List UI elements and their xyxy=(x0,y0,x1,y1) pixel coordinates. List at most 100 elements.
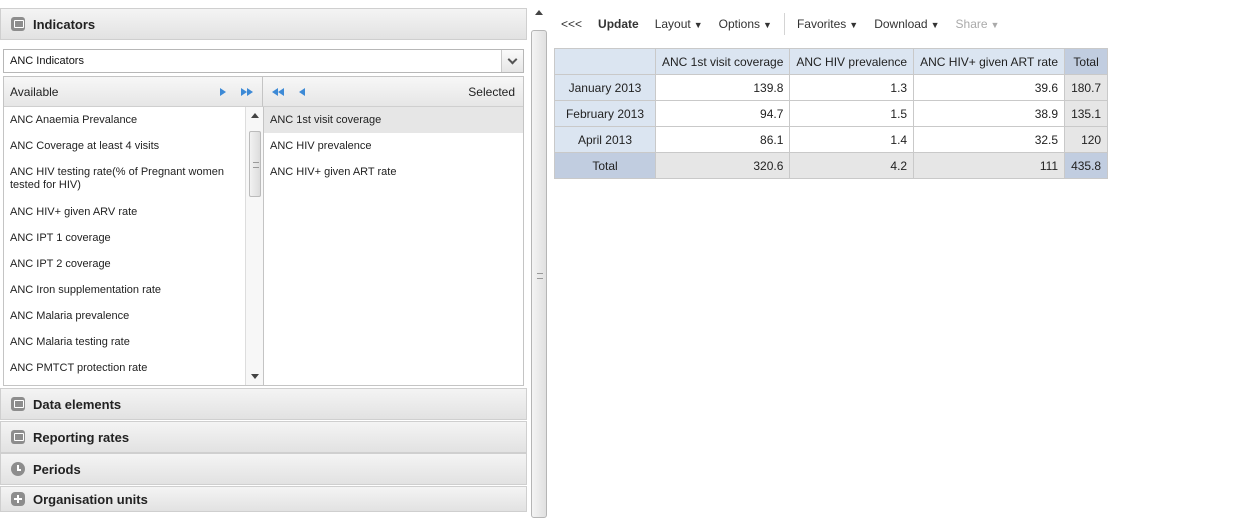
reporting-rates-section-header[interactable]: Reporting rates xyxy=(0,421,527,453)
available-item[interactable]: ANC Anaemia Prevalance xyxy=(4,107,245,133)
organisation-units-plus-icon xyxy=(11,492,25,506)
table-cell: 38.9 xyxy=(913,100,1066,127)
select-one-arrow-icon[interactable] xyxy=(214,84,232,100)
row-total-cell: 180.7 xyxy=(1064,74,1109,101)
select-all-double-arrow-icon[interactable] xyxy=(238,84,256,100)
deselect-one-arrow-icon[interactable] xyxy=(293,84,311,100)
caret-down-icon: ▼ xyxy=(849,20,859,30)
data-elements-section-header[interactable]: Data elements xyxy=(0,388,527,420)
favorites-menu-button[interactable]: Favorites ▼ xyxy=(789,17,866,31)
chevron-down-icon[interactable] xyxy=(501,50,523,72)
caret-down-icon: ▼ xyxy=(693,20,703,30)
available-item[interactable]: ANC Malaria prevalence xyxy=(4,303,245,329)
table-cell: 86.1 xyxy=(654,126,791,153)
download-menu-button[interactable]: Download ▼ xyxy=(866,17,947,31)
download-label: Download xyxy=(874,17,928,31)
selected-item[interactable]: ANC HIV prevalence xyxy=(264,133,523,159)
grip-icon xyxy=(253,162,259,168)
table-cell: 39.6 xyxy=(913,74,1066,101)
caret-down-icon: ▼ xyxy=(930,20,940,30)
selected-label: Selected xyxy=(468,84,515,99)
column-header: ANC HIV prevalence xyxy=(789,48,915,75)
scroll-up-icon[interactable] xyxy=(251,113,259,118)
row-total-cell: 135.1 xyxy=(1064,100,1109,127)
splitter-handle[interactable] xyxy=(531,30,547,518)
indicator-selector: Available Selected ANC Anaemia Prevalanc… xyxy=(3,76,524,386)
available-list-scrollbar[interactable] xyxy=(245,107,263,385)
selected-item[interactable]: ANC HIV+ given ART rate xyxy=(264,159,523,185)
available-list: ANC Anaemia Prevalance ANC Coverage at l… xyxy=(4,107,245,385)
available-item[interactable]: ANC Coverage at least 4 visits xyxy=(4,133,245,159)
options-label: Options xyxy=(718,17,761,31)
indicators-section-header[interactable]: Indicators xyxy=(0,8,527,40)
favorites-label: Favorites xyxy=(796,17,847,31)
row-header: January 2013 xyxy=(554,74,656,101)
update-button[interactable]: Update xyxy=(590,17,647,31)
grand-total-cell: 435.8 xyxy=(1064,152,1109,179)
section-title: Periods xyxy=(33,461,81,477)
selected-list: ANC 1st visit coverage ANC HIV prevalenc… xyxy=(263,107,523,385)
table-cell: 94.7 xyxy=(654,100,791,127)
scroll-down-icon[interactable] xyxy=(251,374,259,379)
reporting-rates-icon xyxy=(11,430,25,444)
layout-label: Layout xyxy=(654,17,691,31)
table-corner xyxy=(554,48,656,75)
toolbar-divider xyxy=(783,13,785,35)
table-cell: 139.8 xyxy=(654,74,791,101)
indicator-group-select[interactable]: ANC Indicators xyxy=(3,49,524,73)
caret-down-icon: ▼ xyxy=(990,20,1000,30)
data-elements-icon xyxy=(11,397,25,411)
column-header: ANC HIV+ given ART rate xyxy=(913,48,1066,75)
column-total-cell: 111 xyxy=(913,152,1066,179)
available-item[interactable]: ANC Malaria testing rate xyxy=(4,329,245,355)
selected-item[interactable]: ANC 1st visit coverage xyxy=(264,107,523,133)
layout-menu-button[interactable]: Layout ▼ xyxy=(647,17,711,31)
deselect-all-double-arrow-icon[interactable] xyxy=(269,84,287,100)
available-item[interactable]: ANC HIV testing rate(% of Pregnant women… xyxy=(4,159,245,199)
table-row: April 2013 86.1 1.4 32.5 120 xyxy=(554,126,1109,153)
caret-down-icon: ▼ xyxy=(763,20,772,30)
periods-section-header[interactable]: Periods xyxy=(0,453,527,485)
available-item[interactable]: ANC PMTCT protection rate xyxy=(4,355,245,381)
section-title: Reporting rates xyxy=(33,429,130,445)
indicator-group-value: ANC Indicators xyxy=(10,55,84,67)
table-total-row: Total 320.6 4.2 111 435.8 xyxy=(554,152,1109,179)
grip-icon xyxy=(537,273,543,279)
organisation-units-section-header[interactable]: Organisation units xyxy=(0,486,527,512)
left-panel: Indicators ANC Indicators Available Sele… xyxy=(0,0,527,512)
selected-list-header: Selected xyxy=(263,77,523,107)
table-cell: 1.4 xyxy=(789,126,915,153)
total-column-header: Total xyxy=(1064,48,1109,75)
options-menu-button[interactable]: Options ▼ xyxy=(711,17,780,31)
available-list-header: Available xyxy=(4,77,263,107)
section-title: Organisation units xyxy=(33,491,148,507)
available-item[interactable]: ANC IPT 1 coverage xyxy=(4,225,245,251)
table-row: February 2013 94.7 1.5 38.9 135.1 xyxy=(554,100,1109,127)
table-cell: 32.5 xyxy=(913,126,1066,153)
pivot-table: ANC 1st visit coverage ANC HIV prevalenc… xyxy=(554,48,1109,179)
available-label: Available xyxy=(10,84,59,99)
column-total-cell: 320.6 xyxy=(654,152,791,179)
total-row-header: Total xyxy=(554,152,656,179)
available-item[interactable]: ANC HIV+ given ARV rate xyxy=(4,199,245,225)
periods-clock-icon xyxy=(11,462,25,476)
table-cell: 1.5 xyxy=(789,100,915,127)
row-total-cell: 120 xyxy=(1064,126,1109,153)
share-menu-button[interactable]: Share ▼ xyxy=(948,17,1008,31)
panel-splitter[interactable] xyxy=(529,8,549,518)
table-row: January 2013 139.8 1.3 39.6 180.7 xyxy=(554,74,1109,101)
table-header-row: ANC 1st visit coverage ANC HIV prevalenc… xyxy=(554,48,1109,75)
row-header: February 2013 xyxy=(554,100,656,127)
section-title: Data elements xyxy=(33,396,122,412)
scrollbar-thumb[interactable] xyxy=(249,131,261,197)
collapse-up-icon[interactable] xyxy=(535,10,543,15)
column-total-cell: 4.2 xyxy=(789,152,915,179)
row-header: April 2013 xyxy=(554,126,656,153)
column-header: ANC 1st visit coverage xyxy=(654,48,791,75)
available-item[interactable]: ANC IPT 2 coverage xyxy=(4,251,245,277)
table-cell: 1.3 xyxy=(789,74,915,101)
collapse-panel-button[interactable]: <<< xyxy=(553,17,590,31)
available-item[interactable]: ANC Iron supplementation rate xyxy=(4,277,245,303)
toolbar: <<< Update Layout ▼ Options ▼ Favorites ▼ D… xyxy=(553,8,1250,40)
indicators-section-title: Indicators xyxy=(33,16,96,32)
